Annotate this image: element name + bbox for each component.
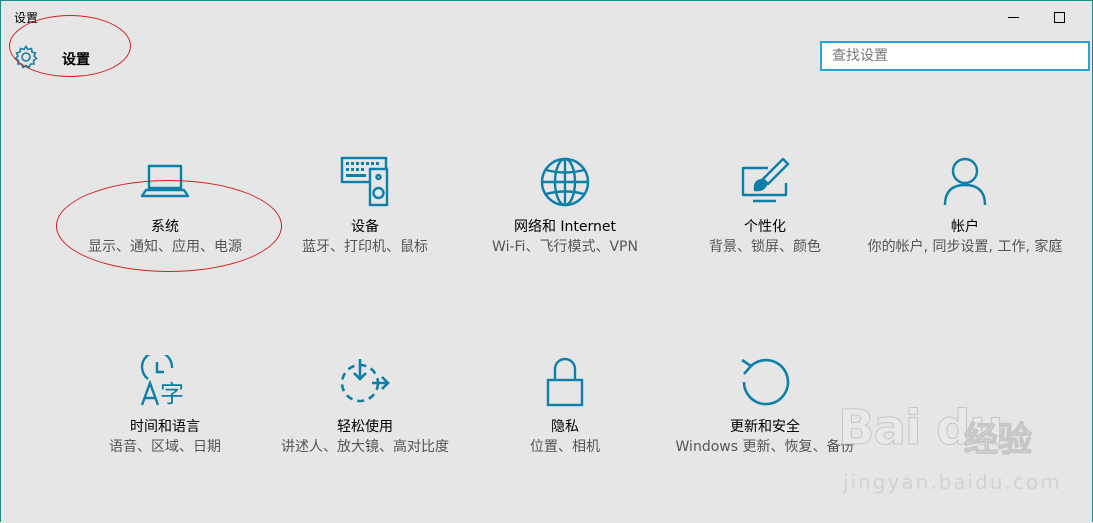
watermark-brand-cn: 经验 [964, 420, 1033, 461]
baidu-watermark: Bai du 经验 jingyan.baidu.com [838, 400, 1088, 500]
tile-title: 帐户 [951, 219, 979, 235]
minimize-icon [1007, 16, 1019, 18]
refresh-icon [741, 358, 790, 406]
laptop-icon [140, 164, 190, 198]
tile-update-security[interactable]: 更新和安全 Windows 更新、恢复、备份 [665, 355, 865, 457]
tile-devices[interactable]: 设备 蓝牙、打印机、鼠标 [265, 155, 465, 257]
tile-desc: Windows 更新、恢复、备份 [675, 439, 855, 455]
tile-ease-of-access[interactable]: 轻松使用 讲述人、放大镜、高对比度 [265, 355, 465, 457]
tile-personalization[interactable]: 个性化 背景、锁屏、颜色 [665, 155, 865, 257]
tile-desc: 你的帐户, 同步设置, 工作, 家庭 [867, 239, 1063, 255]
tile-title: 更新和安全 [730, 419, 800, 435]
page-title: 设置 [62, 52, 90, 68]
globe-icon [540, 157, 590, 207]
tile-desc: 位置、相机 [530, 439, 600, 455]
person-icon [943, 157, 987, 206]
maximize-button[interactable] [1036, 0, 1082, 34]
tile-title: 时间和语言 [130, 419, 200, 435]
tile-desc: 蓝牙、打印机、鼠标 [302, 239, 428, 255]
tile-network[interactable]: 网络和 Internet Wi-Fi、飞行模式、VPN [465, 155, 665, 257]
clock-language-icon: 字 [140, 350, 184, 408]
tile-title: 轻松使用 [337, 419, 393, 435]
paintbrush-display-icon [741, 157, 790, 203]
watermark-url: jingyan.baidu.com [843, 470, 1062, 494]
tile-desc: 显示、通知、应用、电源 [88, 239, 242, 255]
tile-accounts[interactable]: 帐户 你的帐户, 同步设置, 工作, 家庭 [865, 155, 1065, 257]
tile-title: 设备 [351, 219, 379, 235]
tile-title: 网络和 Internet [513, 219, 617, 235]
tile-system[interactable]: 系统 显示、通知、应用、电源 [65, 155, 265, 257]
tile-title: 隐私 [551, 419, 579, 435]
tile-title: 系统 [151, 219, 179, 235]
search-input[interactable] [822, 43, 1088, 69]
tile-title: 个性化 [744, 219, 786, 235]
gear-icon [14, 45, 38, 69]
maximize-icon [1053, 11, 1065, 23]
svg-text:字: 字 [160, 380, 184, 408]
lock-icon [546, 357, 584, 407]
search-box[interactable] [820, 41, 1090, 71]
tile-desc: 讲述人、放大镜、高对比度 [281, 439, 449, 455]
window-title: 设置 [14, 11, 39, 25]
tile-time-language[interactable]: 字 时间和语言 语音、区域、日期 [65, 350, 265, 457]
keyboard-speaker-icon [340, 156, 389, 207]
tile-privacy[interactable]: 隐私 位置、相机 [465, 355, 665, 457]
ease-of-access-icon [340, 359, 390, 403]
minimize-button[interactable] [990, 0, 1036, 34]
tile-desc: Wi-Fi、飞行模式、VPN [492, 239, 638, 255]
tile-desc: 语音、区域、日期 [109, 439, 221, 455]
tile-desc: 背景、锁屏、颜色 [709, 239, 821, 255]
